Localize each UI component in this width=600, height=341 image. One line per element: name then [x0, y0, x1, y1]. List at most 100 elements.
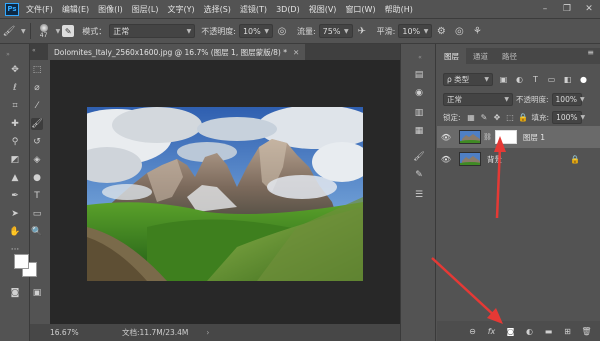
blend-mode-select[interactable]: 正常 ▼ — [443, 92, 513, 106]
eraser-tool-icon[interactable]: ◩ — [9, 154, 21, 166]
brush-tool-icon[interactable]: 🖌 — [2, 24, 16, 38]
mode-select[interactable]: 正常 ▼ — [109, 24, 196, 38]
maximize-icon[interactable]: ❐ — [556, 0, 578, 18]
fill-field[interactable]: 100% ▼ — [552, 110, 585, 124]
flow-field[interactable]: 75% ▼ — [318, 24, 353, 38]
adjustment-filter-icon[interactable]: ◐ — [514, 74, 525, 85]
new-group-icon[interactable]: ▬ — [541, 324, 556, 338]
pressure-size-icon[interactable]: ◎ — [452, 24, 466, 38]
layer-name[interactable]: 背景 — [487, 154, 502, 165]
lock-all-icon[interactable]: 🔒 — [518, 112, 529, 123]
menu-file[interactable]: 文件(F) — [26, 4, 53, 15]
path-select-tool-icon[interactable]: ➤ — [9, 208, 21, 220]
brush-settings-icon[interactable]: ✎ — [62, 25, 75, 37]
tab-paths[interactable]: 路径 — [495, 48, 524, 64]
pen-tool-icon[interactable]: ✒ — [9, 190, 21, 202]
airbrush-icon[interactable]: ✈ — [355, 24, 369, 38]
lasso-tool-icon[interactable]: ℓ — [9, 82, 21, 94]
layer-thumbnail[interactable] — [459, 152, 481, 166]
brushes-panel-icon[interactable]: 🖌 — [412, 150, 426, 164]
menu-3d[interactable]: 3D(D) — [276, 5, 300, 14]
minimize-icon[interactable]: – — [534, 0, 556, 18]
properties-panel-icon[interactable]: ◉ — [412, 86, 426, 100]
layer-row[interactable]: 👁 ⛓ 图层 1 — [437, 126, 600, 148]
history-brush-tool-icon[interactable]: ↺ — [31, 136, 43, 148]
tab-channels[interactable]: 通道 — [466, 48, 495, 64]
layer-filter-select[interactable]: ρ 类型 ▼ — [443, 72, 493, 86]
menu-filter[interactable]: 滤镜(T) — [240, 4, 267, 15]
crop-tool-icon[interactable]: ⌗ — [9, 100, 21, 112]
close-icon[interactable]: ✕ — [293, 48, 299, 57]
eyedropper-tool-icon[interactable]: ⁄ — [31, 100, 43, 112]
dodge-tool-icon[interactable]: ● — [31, 172, 43, 184]
fx-icon[interactable]: fx — [484, 324, 499, 338]
menu-layer[interactable]: 图层(L) — [132, 4, 159, 15]
quick-mask-icon[interactable]: ◙ — [9, 287, 21, 299]
menu-view[interactable]: 视图(V) — [309, 4, 337, 15]
link-icon[interactable]: ⛓ — [483, 133, 492, 141]
adjustments-panel-icon[interactable]: ▥ — [412, 106, 426, 120]
menu-select[interactable]: 选择(S) — [204, 4, 231, 15]
smart-object-filter-icon[interactable]: ◧ — [562, 74, 573, 85]
artboard-lock-icon[interactable]: ⬚ — [505, 112, 516, 123]
add-mask-icon[interactable]: ◙ — [503, 324, 518, 338]
clone-stamp-tool-icon[interactable]: ⚲ — [9, 136, 21, 148]
visibility-eye-icon[interactable]: 👁 — [437, 133, 455, 142]
collapse-icon[interactable]: » — [2, 48, 14, 60]
close-icon[interactable]: ✕ — [578, 0, 600, 18]
document-tab[interactable]: Dolomites_Italy_2560x1600.jpg @ 16.7% (图… — [48, 44, 306, 60]
lock-transparency-icon[interactable]: ▦ — [466, 112, 477, 123]
pressure-opacity-icon[interactable]: ◎ — [275, 24, 289, 38]
quick-select-tool-icon[interactable]: ⌀ — [31, 82, 43, 94]
screen-mode-icon[interactable]: ▣ — [31, 287, 43, 299]
brush-tool-icon[interactable]: 🖌 — [31, 118, 43, 130]
chevron-down-icon[interactable]: ▼ — [21, 28, 26, 35]
lock-pixels-icon[interactable]: ✎ — [479, 112, 490, 123]
foreground-color-swatch-front[interactable] — [14, 254, 29, 269]
menu-edit[interactable]: 编辑(E) — [62, 4, 89, 15]
menu-type[interactable]: 文字(Y) — [167, 4, 194, 15]
marquee-tool-icon[interactable]: ⬚ — [31, 64, 43, 76]
symmetry-icon[interactable]: ⚘ — [470, 24, 484, 38]
layer-name[interactable]: 图层 1 — [523, 132, 545, 143]
shape-tool-icon[interactable]: ▭ — [31, 208, 43, 220]
zoom-tool-icon[interactable]: 🔍 — [31, 226, 43, 238]
lock-position-icon[interactable]: ✥ — [492, 112, 503, 123]
swatches-panel-icon[interactable]: ▦ — [412, 124, 426, 138]
document-image[interactable] — [87, 107, 363, 281]
menu-window[interactable]: 窗口(W) — [345, 4, 375, 15]
trash-icon[interactable]: 🗑 — [579, 324, 594, 338]
chevron-right-icon[interactable]: › — [206, 328, 209, 337]
gear-icon[interactable]: ⚙ — [434, 24, 448, 38]
visibility-eye-icon[interactable]: 👁 — [437, 155, 455, 164]
link-layers-icon[interactable]: ⊖ — [465, 324, 480, 338]
layer-mask-thumbnail[interactable] — [494, 130, 517, 144]
type-tool-icon[interactable]: T — [31, 190, 43, 202]
chevron-down-icon[interactable]: ▼ — [56, 28, 61, 35]
adjustment-layer-icon[interactable]: ◐ — [522, 324, 537, 338]
zoom-level[interactable]: 16.67% — [50, 328, 98, 337]
smoothing-field[interactable]: 10% ▼ — [398, 24, 433, 38]
healing-brush-tool-icon[interactable]: ✚ — [9, 118, 21, 130]
collapse-icon[interactable]: « — [413, 50, 427, 64]
layer-thumbnail[interactable] — [459, 130, 481, 144]
type-filter-icon[interactable]: T — [530, 74, 541, 85]
paint-bucket-tool-icon[interactable]: ◈ — [31, 154, 43, 166]
layer-row[interactable]: 👁 背景 🔒 — [437, 148, 600, 170]
collapse-icon[interactable]: « — [32, 47, 36, 54]
history-panel-icon[interactable]: ▤ — [412, 68, 426, 82]
tab-layers[interactable]: 图层 — [437, 48, 466, 64]
menu-image[interactable]: 图像(I) — [98, 4, 123, 15]
filter-toggle-icon[interactable]: ● — [578, 74, 589, 85]
blur-tool-icon[interactable]: ▲ — [9, 172, 21, 184]
opacity-field[interactable]: 10% ▼ — [238, 24, 273, 38]
brush-settings-panel-icon[interactable]: ✎ — [412, 168, 426, 182]
shape-filter-icon[interactable]: ▭ — [546, 74, 557, 85]
menu-help[interactable]: 帮助(H) — [385, 4, 413, 15]
new-layer-icon[interactable]: ⊞ — [560, 324, 575, 338]
sliders-panel-icon[interactable]: ☰ — [412, 188, 426, 202]
panel-menu-icon[interactable]: ≡ — [587, 48, 594, 57]
move-tool-icon[interactable]: ✥ — [9, 64, 21, 76]
brush-preset-picker[interactable]: 47 — [35, 23, 53, 39]
pixel-filter-icon[interactable]: ▣ — [498, 74, 509, 85]
